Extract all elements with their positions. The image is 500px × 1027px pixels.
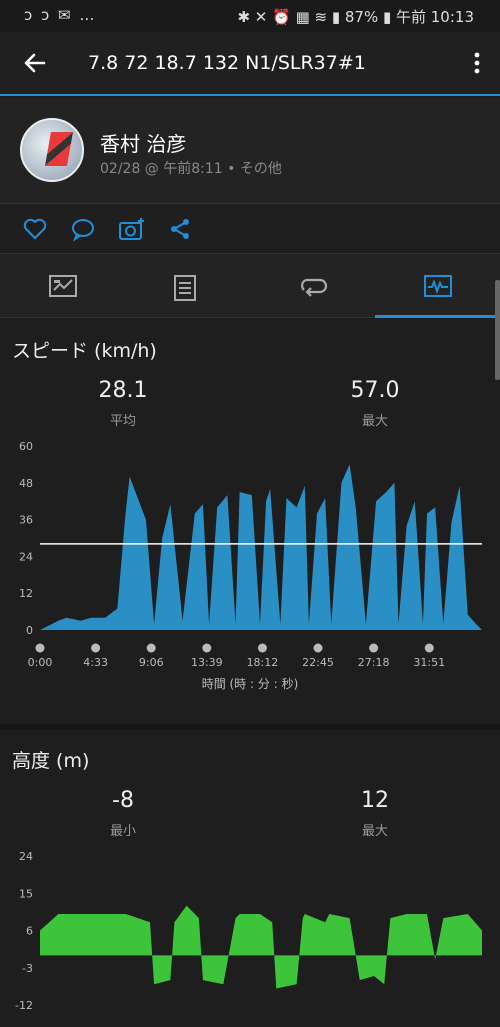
x-tick-dot <box>146 643 156 653</box>
y-tick-label: 12 <box>19 587 33 600</box>
x-tick-label: 31:51 <box>413 656 445 669</box>
avatar[interactable] <box>20 118 84 182</box>
status-icons-left: ↄ ↄ ✉ … <box>24 6 97 24</box>
back-arrow-icon[interactable] <box>20 48 50 78</box>
x-tick-dot <box>35 643 45 653</box>
y-tick-label: 36 <box>19 514 33 527</box>
altitude-min-value: -8 <box>112 788 134 813</box>
y-tick-label: -12 <box>15 999 33 1012</box>
x-tick-label: 27:18 <box>358 656 390 669</box>
speed-chart: 60 48 36 24 12 0 0:00 4:33 9:06 13:39 18:12 22:45 27… <box>19 440 482 669</box>
charts-icon <box>424 275 452 297</box>
altitude-min-label: 最小 <box>109 824 136 839</box>
altitude-title: 高度 (m) <box>12 750 90 772</box>
details-list-icon <box>174 275 196 301</box>
y-tick-label: 6 <box>26 925 33 938</box>
altitude-chart: 24 15 6 -3 -12 <box>15 850 482 1012</box>
tab-laps[interactable] <box>250 254 375 318</box>
activity-meta: 02/28 @ 午前8:11 • その他 <box>100 161 282 177</box>
profile-header: 香村 治彦 02/28 @ 午前8:11 • その他 <box>0 98 500 204</box>
active-tab-indicator <box>375 315 500 318</box>
speed-series <box>40 464 482 630</box>
y-tick-label: 24 <box>19 850 33 863</box>
y-tick-label: 15 <box>19 887 33 900</box>
status-icons-right: ✱ ✕ ⏰ ▦ ≋ ▮ 87% ▮ 午前 10:13 <box>237 8 474 26</box>
speed-max-value: 57.0 <box>350 378 400 403</box>
x-tick-dot <box>91 643 101 653</box>
status-bar: ↄ ↄ ✉ … ✱ ✕ ⏰ ▦ ≋ ▮ 87% ▮ 午前 10:13 <box>0 0 500 32</box>
y-tick-label: 48 <box>19 477 33 490</box>
x-tick-dot <box>369 643 379 653</box>
speed-x-axis-label: 時間 (時 : 分 : 秒) <box>201 677 299 691</box>
x-tick-dot <box>257 643 267 653</box>
tab-charts[interactable] <box>375 254 500 318</box>
user-name[interactable]: 香村 治彦 <box>100 128 186 157</box>
tab-map[interactable] <box>0 254 125 318</box>
speed-avg-value: 28.1 <box>98 378 148 403</box>
app-bar: 7.8 72 18.7 132 N1/SLR37#1 <box>0 32 500 96</box>
x-tick-label: 18:12 <box>247 656 279 669</box>
scrollbar[interactable] <box>495 280 500 380</box>
x-tick-dot <box>313 643 323 653</box>
speed-max-label: 最大 <box>361 414 388 429</box>
altitude-max-label: 最大 <box>361 824 388 839</box>
altitude-max-value: 12 <box>361 788 389 813</box>
like-heart-icon[interactable] <box>22 216 50 244</box>
altitude-series <box>40 905 482 989</box>
laps-loop-icon <box>301 278 328 297</box>
speed-avg-label: 平均 <box>109 414 136 429</box>
more-options-icon[interactable] <box>472 48 482 84</box>
speed-section: スピード (km/h) 28.1 平均 57.0 最大 60 48 36 24 12 0 0… <box>0 320 500 724</box>
tab-details[interactable] <box>125 254 250 318</box>
x-tick-label: 0:00 <box>28 656 53 669</box>
share-icon[interactable] <box>167 216 195 244</box>
add-photo-icon[interactable] <box>118 216 146 244</box>
y-tick-label: 0 <box>26 624 33 637</box>
activity-tabs <box>0 254 500 318</box>
x-tick-dot <box>424 643 434 653</box>
activity-title: 7.8 72 18.7 132 N1/SLR37#1 <box>88 52 366 74</box>
x-tick-label: 4:33 <box>83 656 108 669</box>
map-summary-icon <box>49 275 77 297</box>
x-tick-dot <box>202 643 212 653</box>
y-tick-label: 24 <box>19 550 33 563</box>
x-tick-label: 13:39 <box>191 656 223 669</box>
altitude-section: 高度 (m) -8 最小 12 最大 24 15 6 -3 -12 <box>0 730 500 1027</box>
comment-icon[interactable] <box>70 216 98 244</box>
y-tick-label: -3 <box>22 962 33 975</box>
x-tick-label: 9:06 <box>139 656 164 669</box>
speed-title: スピード (km/h) <box>12 340 157 362</box>
social-actions <box>0 204 500 254</box>
y-tick-label: 60 <box>19 440 33 453</box>
x-tick-label: 22:45 <box>302 656 334 669</box>
